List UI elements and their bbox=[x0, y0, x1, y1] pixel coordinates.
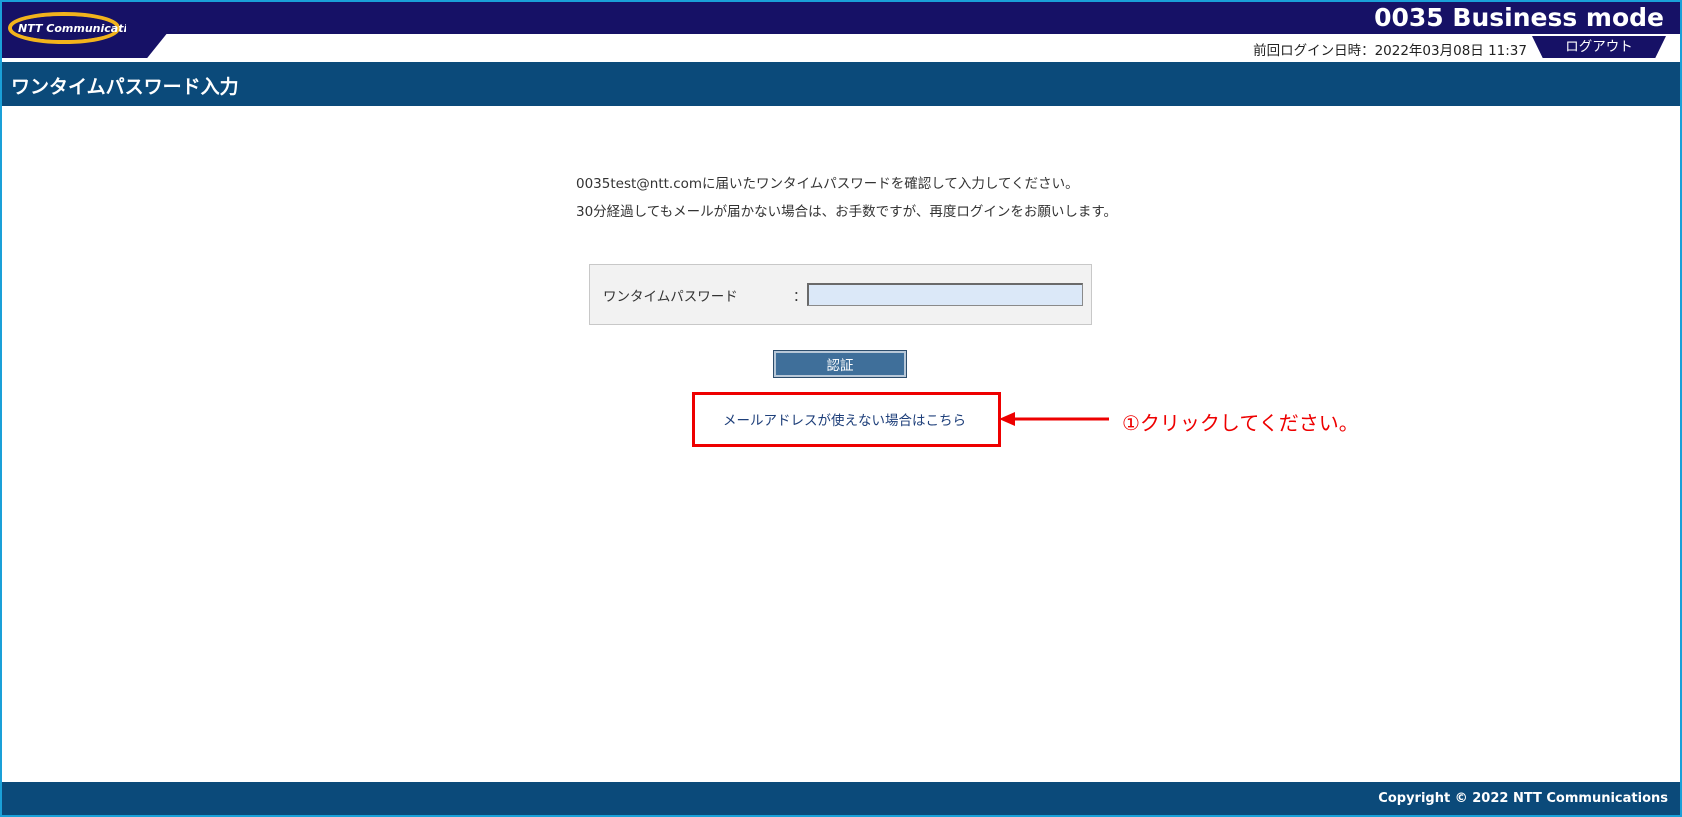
app-frame: NTT Communications 0035 Business mode 前回… bbox=[0, 0, 1682, 817]
instruction-line-1: 0035test@ntt.comに届いたワンタイムパスワードを確認して入力してく… bbox=[576, 176, 1079, 192]
annotation-highlight-box bbox=[692, 392, 1001, 447]
otp-label: ワンタイムパスワード bbox=[603, 289, 738, 305]
page-title: ワンタイムパスワード入力 bbox=[11, 76, 239, 98]
otp-input[interactable] bbox=[807, 283, 1083, 306]
instructions: 0035test@ntt.comに届いたワンタイムパスワードを確認して入力してく… bbox=[576, 170, 1117, 226]
logo-text: NTT Communications bbox=[18, 22, 126, 35]
instruction-line-2: 30分経過してもメールが届かない場合は、お手数ですが、再度ログインをお願いします… bbox=[576, 204, 1117, 220]
annotation-text: ①クリックしてください。 bbox=[1122, 411, 1359, 435]
last-login-timestamp: 前回ログイン日時：2022年03月08日 11:37 bbox=[1253, 43, 1527, 59]
auth-button[interactable]: 認証 bbox=[773, 350, 907, 378]
annotation-arrow-icon bbox=[999, 412, 1109, 426]
otp-colon: ： bbox=[793, 289, 807, 305]
header: NTT Communications 0035 Business mode 前回… bbox=[2, 2, 1680, 62]
footer: Copyright © 2022 NTT Communications bbox=[2, 782, 1680, 815]
otp-form-box: ワンタイムパスワード ： bbox=[589, 264, 1092, 325]
app-title: 0035 Business mode bbox=[1374, 3, 1664, 32]
logout-button[interactable]: ログアウト bbox=[1532, 36, 1666, 58]
ntt-logo-icon: NTT Communications bbox=[8, 12, 126, 44]
copyright: Copyright © 2022 NTT Communications bbox=[1378, 791, 1668, 806]
title-bar: ワンタイムパスワード入力 bbox=[2, 62, 1680, 106]
